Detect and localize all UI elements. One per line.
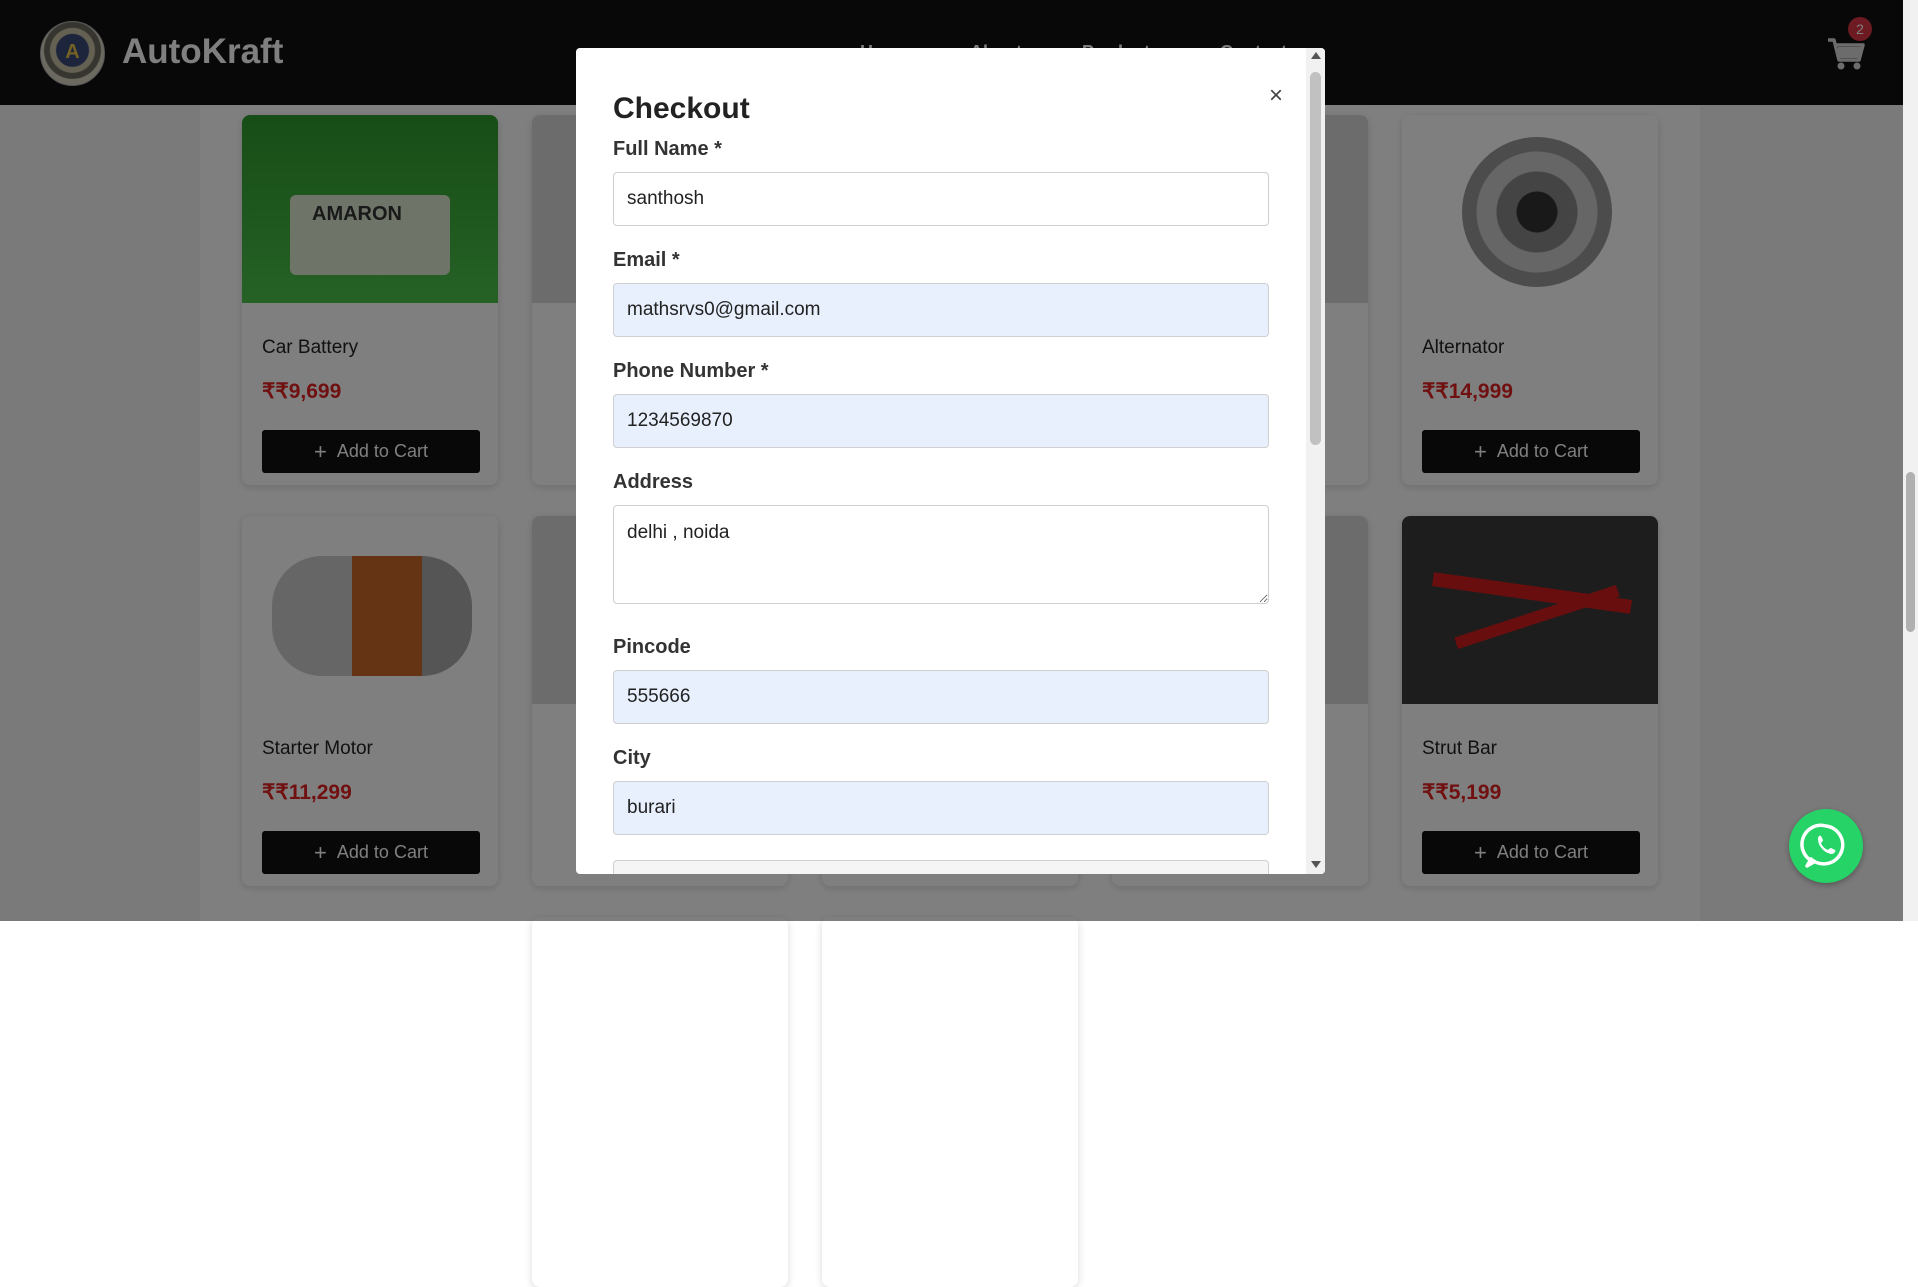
product-card bbox=[532, 917, 788, 1287]
whatsapp-icon bbox=[1800, 823, 1845, 868]
full-name-field[interactable] bbox=[613, 172, 1269, 226]
checkout-title: Checkout bbox=[613, 92, 750, 125]
email-field[interactable] bbox=[613, 283, 1269, 337]
address-label: Address bbox=[613, 471, 694, 493]
address-field[interactable]: delhi , noida bbox=[613, 505, 1269, 604]
modal-scrollbar[interactable] bbox=[1306, 48, 1325, 874]
modal-scroll-thumb[interactable] bbox=[1310, 72, 1321, 445]
page-scroll-thumb[interactable] bbox=[1906, 472, 1915, 632]
pincode-label: Pincode bbox=[613, 636, 691, 658]
whatsapp-button[interactable] bbox=[1789, 809, 1863, 883]
email-label: Email * bbox=[613, 249, 680, 271]
scroll-down-icon[interactable] bbox=[1311, 861, 1321, 868]
product-card bbox=[822, 917, 1078, 1287]
pincode-field[interactable] bbox=[613, 670, 1269, 724]
full-name-label: Full Name * bbox=[613, 138, 722, 160]
city-field[interactable] bbox=[613, 781, 1269, 835]
page-scrollbar[interactable] bbox=[1903, 0, 1918, 921]
scroll-up-icon[interactable] bbox=[1311, 52, 1321, 59]
phone-field[interactable] bbox=[613, 394, 1269, 448]
city-label: City bbox=[613, 747, 651, 769]
next-field[interactable] bbox=[613, 860, 1269, 874]
checkout-modal: Checkout × Full Name * Email * Phone Num… bbox=[576, 48, 1325, 874]
close-icon[interactable]: × bbox=[1269, 82, 1283, 110]
phone-label: Phone Number * bbox=[613, 360, 769, 382]
